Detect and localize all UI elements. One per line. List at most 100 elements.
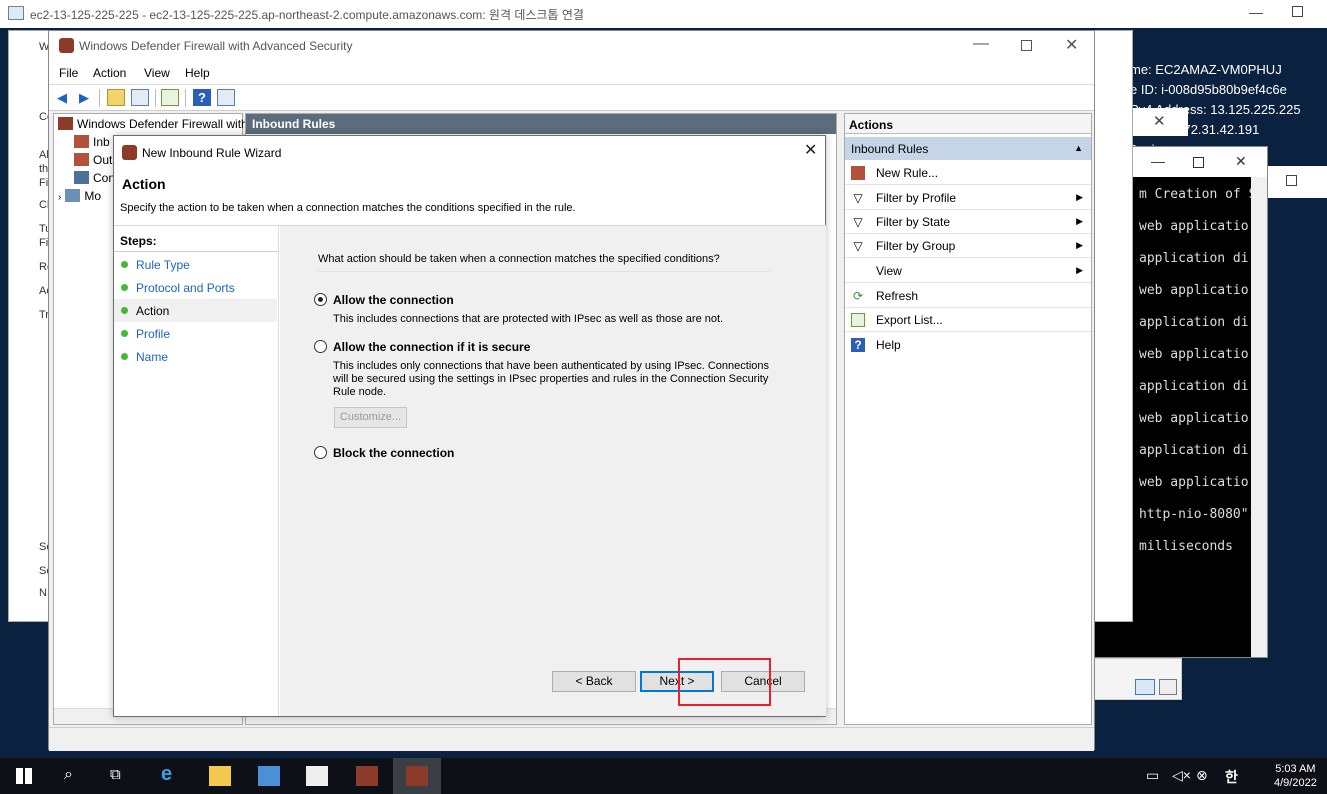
- notification-error-icon[interactable]: ⊗: [1196, 767, 1208, 784]
- allow-if-secure-label[interactable]: Allow the connection if it is secure: [333, 340, 530, 354]
- clock[interactable]: 5:03 AM 4/9/2022: [1274, 762, 1317, 790]
- step-name[interactable]: Name: [114, 345, 277, 368]
- tree-item-label: Mo: [84, 189, 102, 203]
- background-panel: [1094, 658, 1182, 700]
- firewall-titlebar: Windows Defender Firewall with Advanced …: [49, 31, 1094, 61]
- help-icon[interactable]: ?: [193, 89, 211, 106]
- tree-item-monitoring[interactable]: › Mo: [58, 189, 101, 203]
- active-firewall-taskbar-button[interactable]: [393, 758, 441, 794]
- server-manager-label: N: [39, 587, 47, 599]
- terminal-line: web applicatio: [1139, 475, 1249, 490]
- terminal-line: milliseconds: [1139, 539, 1233, 554]
- action-help[interactable]: ? Help: [845, 333, 1091, 357]
- step-rule-type[interactable]: Rule Type: [114, 253, 277, 276]
- server-manager-icon[interactable]: [258, 766, 280, 786]
- action-filter-by-state[interactable]: ▽ Filter by State ▶: [845, 210, 1091, 234]
- rdp-title-text: ec2-13-125-225-225 - ec2-13-125-225-225.…: [30, 8, 584, 22]
- export-icon[interactable]: [161, 89, 179, 106]
- step-profile[interactable]: Profile: [114, 322, 277, 345]
- app-icon[interactable]: [306, 766, 328, 786]
- allow-connection-label[interactable]: Allow the connection: [333, 293, 454, 307]
- action-label: Filter by Group: [876, 239, 956, 253]
- remote-desktop: me: EC2AMAZ-VM0PHUJ e ID: i-008d95b80b9e…: [0, 28, 1327, 758]
- volume-muted-icon[interactable]: ◁×: [1172, 767, 1191, 784]
- firewall-icon: [59, 38, 74, 53]
- maximize-button[interactable]: [1021, 40, 1032, 51]
- radio-block-connection[interactable]: [314, 446, 327, 459]
- rdp-maximize-button[interactable]: [1292, 6, 1303, 17]
- action-new-rule[interactable]: New Rule...: [845, 161, 1091, 185]
- terminal-scrollbar[interactable]: [1251, 177, 1267, 657]
- firewall-taskbar-icon[interactable]: [356, 766, 378, 786]
- rdp-icon: [8, 6, 24, 20]
- allow-if-secure-desc: Rule node.: [333, 386, 387, 398]
- internet-explorer-icon[interactable]: e: [161, 763, 183, 785]
- step-protocol-and-ports[interactable]: Protocol and Ports: [114, 276, 277, 299]
- menu-file[interactable]: File: [59, 66, 78, 80]
- radio-allow-connection[interactable]: [314, 293, 327, 306]
- customize-button[interactable]: Customize...: [334, 407, 407, 428]
- back-button[interactable]: < Back: [552, 671, 636, 692]
- step-label: Name: [136, 350, 169, 364]
- network-icon[interactable]: ▭: [1146, 767, 1159, 784]
- tree-item-outbound[interactable]: Out: [74, 153, 112, 167]
- tree-root[interactable]: Windows Defender Firewall with: [58, 117, 248, 131]
- menu-help[interactable]: Help: [185, 66, 210, 80]
- taskbar: ⌕ ⧉ e ▭ ◁× ⊗ 한 5:03 AM 4/9/2022: [0, 758, 1327, 794]
- show-hide-tree-icon[interactable]: [131, 89, 149, 106]
- radio-allow-if-secure[interactable]: [314, 340, 327, 353]
- action-view[interactable]: View ▶: [845, 259, 1091, 283]
- expand-chevron-icon[interactable]: ›: [58, 192, 61, 203]
- action-filter-by-group[interactable]: ▽ Filter by Group ▶: [845, 234, 1091, 258]
- steps-header: Steps:: [120, 234, 157, 248]
- start-windows-icon[interactable]: [16, 768, 32, 784]
- rdp-minimize-button[interactable]: —: [1249, 4, 1263, 20]
- wizard-close-button[interactable]: ✕: [804, 140, 817, 160]
- terminal-minimize-button[interactable]: —: [1151, 153, 1165, 169]
- block-connection-label[interactable]: Block the connection: [333, 446, 454, 460]
- wizard-description: Specify the action to be taken when a co…: [120, 202, 576, 214]
- search-icon[interactable]: ⌕: [64, 766, 86, 786]
- actions-section-inbound-rules[interactable]: Inbound Rules ▲: [845, 137, 1091, 160]
- tree-item-label: Con: [93, 171, 116, 185]
- action-filter-by-profile[interactable]: ▽ Filter by Profile ▶: [845, 186, 1091, 210]
- step-action[interactable]: Action: [114, 299, 277, 322]
- action-refresh[interactable]: ⟳ Refresh: [845, 284, 1091, 308]
- outbound-rules-icon: [74, 153, 89, 166]
- close-button[interactable]: ✕: [1065, 35, 1078, 55]
- server-manager-label: th: [39, 163, 49, 175]
- popup-close-icon[interactable]: ✕: [1153, 112, 1166, 130]
- next-button-highlight: [678, 658, 771, 706]
- filter-icon: ▽: [853, 191, 863, 205]
- toolbar: ◀ ▶ ?: [49, 85, 1094, 111]
- action-pane-icon[interactable]: [217, 89, 235, 106]
- terminal-line: web applicatio: [1139, 411, 1249, 426]
- ime-indicator[interactable]: 한: [1225, 767, 1238, 787]
- forward-arrow-icon[interactable]: ▶: [75, 89, 93, 106]
- tiles-view-icon[interactable]: [1159, 679, 1177, 695]
- firewall-taskbar-icon: [406, 766, 428, 786]
- inbound-rules-icon: [74, 135, 89, 148]
- background-popup: [1268, 166, 1327, 198]
- back-arrow-icon[interactable]: ◀: [53, 89, 71, 106]
- actions-pane: Actions Inbound Rules ▲ New Rule... ▽ Fi…: [844, 113, 1092, 725]
- action-export-list[interactable]: Export List...: [845, 308, 1091, 332]
- wizard-heading: Action: [122, 176, 166, 192]
- tree-item-inbound[interactable]: Inb: [74, 135, 110, 149]
- tree-item-connection-security[interactable]: Con: [74, 171, 115, 185]
- menu-action[interactable]: Action: [93, 66, 126, 80]
- up-folder-icon[interactable]: [107, 89, 125, 106]
- terminal-maximize-button[interactable]: [1193, 157, 1204, 168]
- task-view-icon[interactable]: ⧉: [110, 766, 132, 786]
- popup-maximize-icon[interactable]: [1286, 175, 1297, 186]
- details-view-icon[interactable]: [1135, 679, 1155, 695]
- rdp-titlebar: ec2-13-125-225-225 - ec2-13-125-225-225.…: [0, 0, 1327, 28]
- terminal-close-button[interactable]: ✕: [1235, 153, 1247, 170]
- action-label: Filter by State: [876, 215, 951, 229]
- wizard-title: New Inbound Rule Wizard: [142, 146, 282, 160]
- menu-view[interactable]: View: [144, 66, 170, 80]
- collapse-arrow-icon[interactable]: ▲: [1074, 143, 1083, 153]
- file-explorer-icon[interactable]: [209, 766, 231, 786]
- minimize-button[interactable]: —: [973, 35, 989, 53]
- tree-root-label: Windows Defender Firewall with: [77, 117, 248, 131]
